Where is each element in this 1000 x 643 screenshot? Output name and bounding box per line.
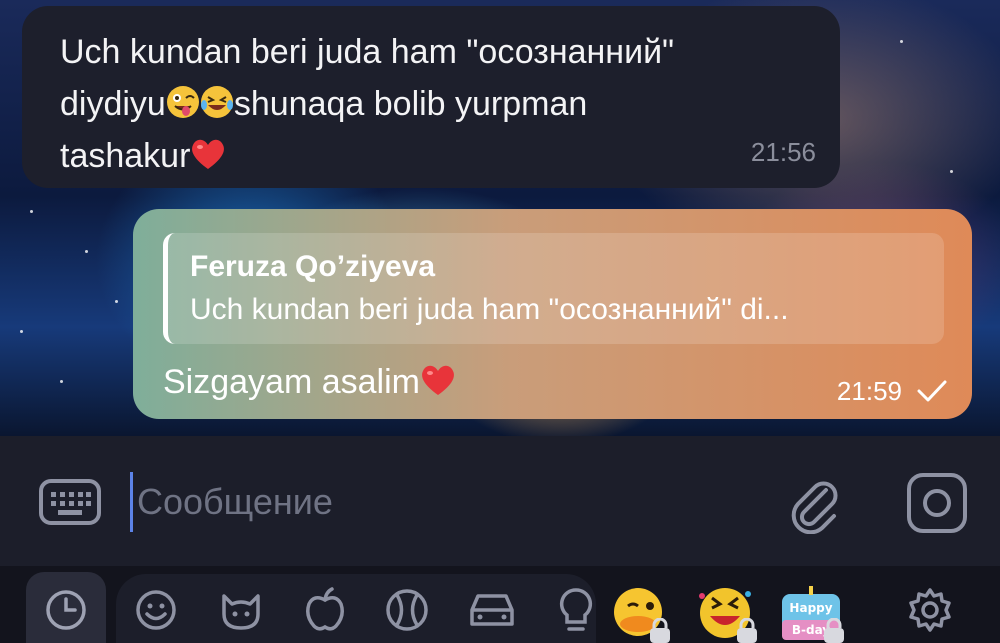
message-time: 21:56 (750, 137, 816, 167)
incoming-message-text: Uch kundan beri juda ham "осознанний" di… (60, 26, 820, 182)
apple-icon[interactable] (302, 586, 348, 632)
sent-check-icon (917, 380, 947, 402)
star (85, 250, 88, 253)
bulb-icon[interactable] (556, 586, 596, 636)
message-fragment: Sizgayam asalim (163, 363, 420, 401)
settings-gear-icon[interactable] (906, 586, 954, 634)
ball-icon[interactable] (384, 587, 430, 633)
reply-quote[interactable]: Feruza Qo’ziyeva Uch kundan beri juda ha… (163, 233, 944, 344)
smiley-icon[interactable] (134, 588, 178, 632)
message-line: diydiyu shunaqa bolib yurpman (60, 78, 820, 130)
red-heart-emoji-icon (422, 365, 454, 395)
reply-author: Feruza Qo’ziyeva (190, 250, 436, 283)
lock-icon (824, 618, 844, 643)
recent-icon[interactable] (44, 588, 88, 632)
emoji-category-strip (116, 574, 596, 643)
star (115, 300, 118, 303)
outgoing-message[interactable]: Feruza Qo’ziyeva Uch kundan beri juda ha… (133, 209, 972, 419)
star (60, 380, 63, 383)
incoming-message[interactable]: Uch kundan beri juda ham "осознанний" di… (22, 6, 840, 188)
reply-text: Uch kundan beri juda ham "осознанний" di… (190, 293, 789, 326)
cat-icon[interactable] (218, 586, 264, 632)
star (20, 330, 23, 333)
message-line: tashakur (60, 130, 820, 182)
keyboard-icon[interactable] (38, 478, 102, 526)
message-time: 21:59 (836, 376, 902, 406)
laughing-tears-emoji-icon (200, 86, 233, 118)
outgoing-message-text: Sizgayam asalim (163, 357, 456, 407)
winking-tongue-emoji-icon (166, 86, 199, 118)
message-line: Uch kundan beri juda ham "осознанний" (60, 33, 675, 71)
car-icon[interactable] (466, 590, 518, 630)
red-heart-emoji-icon (192, 139, 225, 169)
lock-icon (650, 618, 670, 643)
star (900, 40, 903, 43)
message-input[interactable]: Сообщение (130, 472, 750, 532)
star (30, 210, 33, 213)
star (950, 170, 953, 173)
message-fragment: shunaqa bolib yurpman (233, 85, 588, 123)
message-fragment: diydiyu (60, 85, 166, 123)
camera-icon[interactable] (906, 472, 968, 534)
paperclip-attach-icon[interactable] (786, 474, 842, 534)
birthday-sticker-text: Happy (789, 601, 832, 615)
message-fragment: tashakur (60, 137, 191, 175)
lock-icon (737, 618, 757, 643)
